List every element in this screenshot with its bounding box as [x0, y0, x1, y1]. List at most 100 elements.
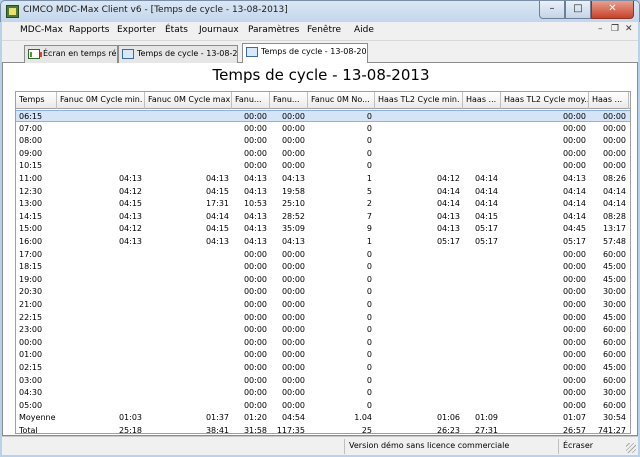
table-row[interactable]: 08:00 00:00 00:00 0 00:00 00:00 [16, 135, 630, 147]
table-row[interactable]: 18:15 00:00 00:00 0 00:00 45:00 [16, 261, 630, 273]
table-row[interactable]: 21:00 00:00 00:00 0 00:00 30:00 [16, 299, 630, 311]
column-header[interactable]: Fanuc 0M Cycle min. [57, 92, 145, 109]
menu-rapports[interactable]: Rapports [69, 25, 109, 35]
chart-icon [28, 49, 42, 59]
column-header[interactable]: Fanu... [270, 92, 308, 109]
table-cell: 00:00 [562, 400, 586, 410]
menu-journaux[interactable]: Journaux [199, 25, 239, 35]
menu-etats[interactable]: États [165, 25, 188, 35]
close-button[interactable]: ✕ [591, 1, 634, 19]
table-row[interactable]: 12:30 04:12 04:15 04:13 19:58 5 04:14 04:14 04:1… [16, 186, 630, 198]
maximize-button[interactable]: □ [565, 1, 591, 19]
table-row[interactable]: 17:00 00:00 00:00 0 00:00 60:00 [16, 249, 630, 261]
table-cell: 00:00 [281, 123, 305, 133]
table-cell: 04:30 [19, 388, 43, 398]
table-cell: 04:14 [474, 186, 498, 196]
table-row[interactable]: 22:15 00:00 00:00 0 00:00 45:00 [16, 312, 630, 324]
table-cell [463, 148, 501, 160]
menu-mdc-max[interactable]: MDC-Max [20, 25, 63, 35]
table-cell: 01:00 [19, 350, 43, 360]
table-row[interactable]: 00:00 00:00 00:00 0 00:00 60:00 [16, 337, 630, 349]
table-cell [145, 299, 232, 311]
table-cell [57, 148, 145, 160]
table-cell: 04:13 [205, 237, 229, 246]
column-header[interactable]: Haas TL2 Cycle min. [375, 92, 463, 109]
table-cell: 00:00 [281, 249, 305, 259]
tab-cycle-time-2[interactable]: Temps de cycle - 13-08-2013 [242, 43, 368, 64]
table-cell [463, 274, 501, 286]
resize-grip-icon[interactable] [626, 443, 636, 453]
mdi-restore-icon[interactable]: ❐ [611, 24, 619, 34]
table-row[interactable]: 03:00 00:00 00:00 0 00:00 60:00 [16, 375, 630, 387]
menu-fenetre[interactable]: Fenêtre [307, 25, 341, 35]
table-cell: 14:15 [19, 211, 43, 221]
menu-aide[interactable]: Aide [354, 25, 374, 35]
table-row[interactable]: 04:30 00:00 00:00 0 00:00 30:00 [16, 387, 630, 399]
table-row[interactable]: Moyenne 01:03 01:37 01:20 04:54 1.04 01:06 01:0… [16, 412, 630, 424]
table-row[interactable]: 09:00 00:00 00:00 0 00:00 00:00 [16, 148, 630, 160]
table-cell: 0 [366, 262, 372, 272]
table-row[interactable]: 20:30 00:00 00:00 0 00:00 30:00 [16, 286, 630, 298]
table-row[interactable]: 01:00 00:00 00:00 0 00:00 60:00 [16, 349, 630, 361]
table-cell: 30:54 [602, 413, 626, 423]
table-cell: 04:12 [118, 186, 142, 196]
table-cell: 00:00 [562, 312, 586, 322]
table-row[interactable]: 11:00 04:13 04:13 04:13 04:13 1 04:12 04:14 04:1… [16, 173, 630, 185]
table-row[interactable]: 15:00 04:12 04:15 04:13 35:09 9 04:13 05:17 04:4… [16, 223, 630, 235]
table-row[interactable]: 07:00 00:00 00:00 0 00:00 00:00 [16, 123, 630, 135]
table-cell: 00:00 [602, 161, 626, 171]
column-header[interactable]: Temps [16, 92, 57, 109]
table-cell: 19:00 [19, 274, 43, 284]
table-cell: 7 [366, 211, 372, 221]
table-cell: 23:00 [19, 325, 43, 335]
table-row[interactable]: 10:15 00:00 00:00 0 00:00 00:00 [16, 160, 630, 172]
table-cell: 04:14 [562, 186, 586, 196]
table-cell: 11:00 [19, 174, 43, 183]
mdi-close-icon[interactable]: ✕ [625, 24, 633, 34]
table-row[interactable]: 14:15 04:13 04:14 04:13 28:52 7 04:13 04:15 04:1… [16, 211, 630, 223]
table-cell: 00:00 [281, 161, 305, 171]
mdi-minimize-icon[interactable]: – [598, 24, 603, 34]
column-header[interactable]: Fanuc 0M No... [308, 92, 375, 109]
table-row[interactable]: 02:15 00:00 00:00 0 00:00 45:00 [16, 362, 630, 374]
table-cell [145, 123, 232, 135]
table-row[interactable]: 23:00 00:00 00:00 0 00:00 60:00 [16, 324, 630, 336]
column-header[interactable]: Haas TL2 Cycle moy... [501, 92, 589, 109]
table-cell: 00:00 [243, 363, 267, 372]
table-cell: 00:00 [562, 274, 586, 284]
table-cell: 45:00 [602, 312, 626, 322]
table-cell: 2 [366, 199, 372, 209]
table-cell: 30:00 [602, 388, 626, 398]
table-cell: 01:09 [474, 413, 498, 423]
table-cell [57, 111, 145, 123]
menu-exporter[interactable]: Exporter [117, 25, 156, 35]
tab-realtime[interactable]: Écran en temps réel [24, 45, 118, 63]
table-cell: 5 [366, 186, 372, 196]
column-header[interactable]: Haas ... [589, 92, 629, 109]
table-row[interactable]: 05:00 00:00 00:00 0 00:00 60:00 [16, 400, 630, 412]
table-cell: 00:00 [281, 287, 305, 297]
menu-parametres[interactable]: Paramètres [248, 25, 299, 35]
table-cell: 00:00 [562, 112, 586, 121]
column-header[interactable]: Fanu... [232, 92, 270, 109]
table-row[interactable]: 16:00 04:13 04:13 04:13 04:13 1 05:17 05:17 05:1… [16, 236, 630, 248]
table-cell: 00:00 [562, 249, 586, 259]
column-header[interactable]: Fanuc 0M Cycle max. [145, 92, 232, 109]
table-cell [375, 375, 463, 387]
table-row[interactable]: Total 25:18 38:41 31:58 117:35 25 26:23 27:31 26… [16, 425, 630, 433]
table-cell [57, 400, 145, 412]
minimize-button[interactable]: – [539, 1, 565, 19]
table-cell: 08:26 [602, 174, 626, 183]
table-cell: 00:00 [243, 388, 267, 398]
table-row[interactable]: 19:00 00:00 00:00 0 00:00 45:00 [16, 274, 630, 286]
table-cell [375, 299, 463, 311]
table-cell: 04:14 [562, 199, 586, 209]
table-row[interactable]: 06:15 00:00 00:00 0 00:00 00:00 [16, 110, 630, 123]
table-cell: 00:00 [562, 287, 586, 297]
table-cell: 00:00 [243, 123, 267, 133]
table-row[interactable]: 13:00 04:15 17:31 10:53 25:10 2 04:14 04:14 04:1… [16, 198, 630, 210]
column-header[interactable]: Haas ... [463, 92, 501, 109]
table-cell [145, 312, 232, 324]
table-cell: 13:17 [602, 224, 626, 234]
tab-cycle-time-1[interactable]: Temps de cycle - 13-08-2013 [118, 45, 238, 63]
